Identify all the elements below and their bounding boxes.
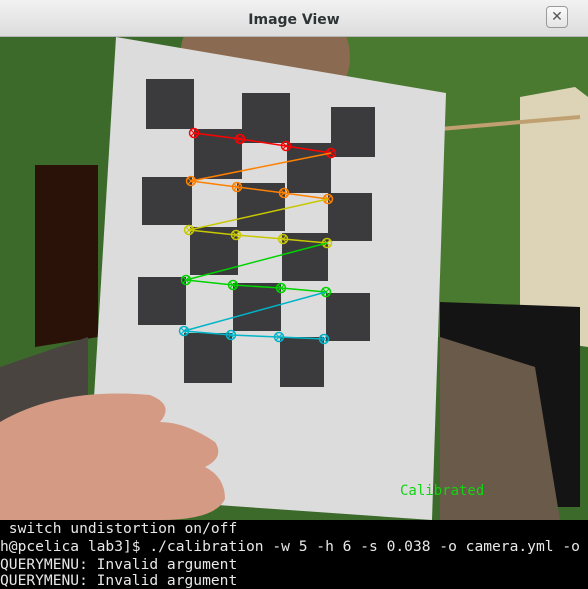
image-view-window: Image View ✕ Calibrated: [0, 0, 588, 520]
terminal-line: QUERYMENU: Invalid argument: [0, 556, 238, 573]
close-icon: ✕: [551, 9, 563, 25]
terminal-line: h@pcelica lab3]$ ./calibration -w 5 -h 6…: [0, 538, 580, 555]
close-button[interactable]: ✕: [546, 6, 568, 28]
terminal-line: switch undistortion on/off: [0, 520, 238, 537]
title-bar[interactable]: Image View ✕: [0, 0, 588, 37]
door: [35, 165, 98, 347]
terminal[interactable]: switch undistortion on/off h@pcelica lab…: [0, 520, 588, 589]
camera-image: Calibrated: [0, 37, 588, 520]
calibration-status: Calibrated: [400, 483, 484, 499]
window-title: Image View: [248, 12, 340, 28]
camera-frame: Calibrated: [0, 37, 588, 520]
terminal-line: QUERYMENU: Invalid argument: [0, 572, 238, 589]
